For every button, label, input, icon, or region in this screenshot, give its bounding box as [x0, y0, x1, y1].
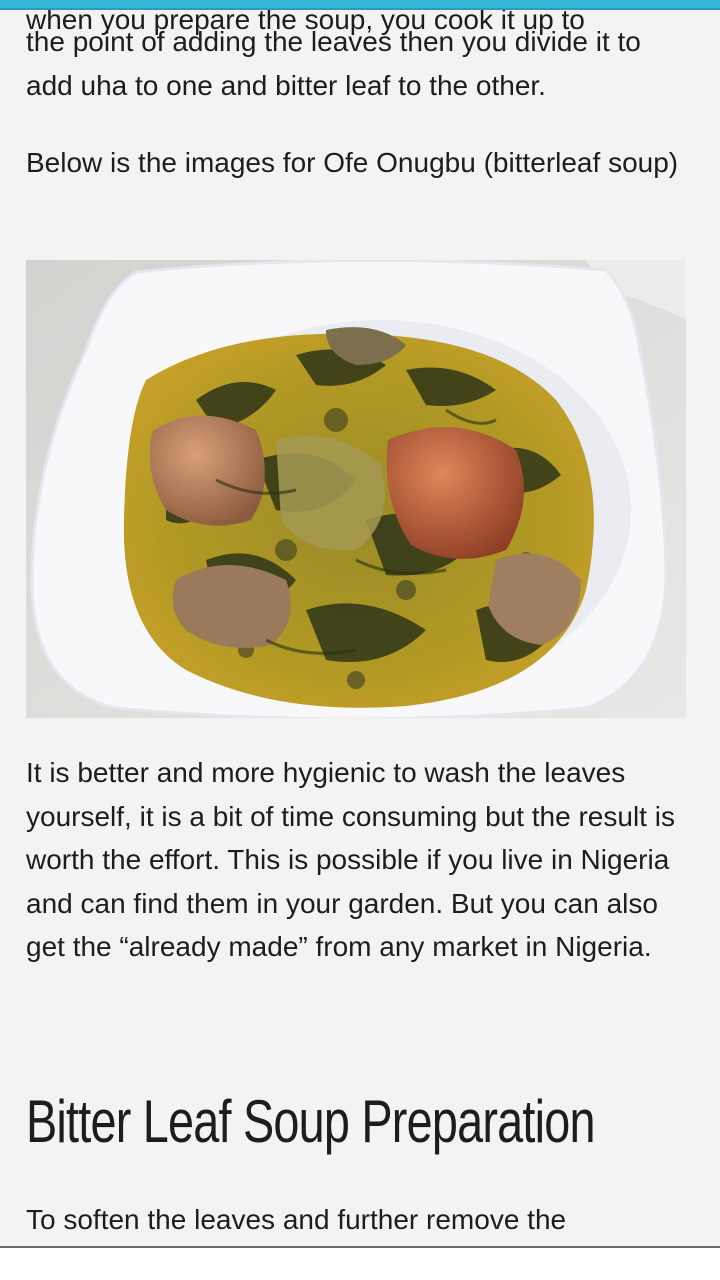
top-accent-bar [0, 0, 720, 10]
paragraph-dividing-soup: the point of adding the leaves then you … [26, 26, 641, 101]
reader-screen: when you prepare the soup, you cook it u… [0, 0, 720, 1280]
section-heading: Bitter Leaf Soup Preparation [26, 1088, 596, 1155]
paragraph-soften-leaves: To soften the leaves and further remove … [26, 1204, 567, 1235]
bitterleaf-soup-image [26, 260, 686, 718]
bottom-blank-area [0, 1248, 720, 1280]
paragraph-image-intro: Below is the images for Ofe Onugbu (bitt… [26, 147, 679, 178]
paragraph-washing-leaves: It is better and more hygienic to wash t… [26, 757, 675, 962]
article-content[interactable]: when you prepare the soup, you cook it u… [0, 10, 720, 1246]
